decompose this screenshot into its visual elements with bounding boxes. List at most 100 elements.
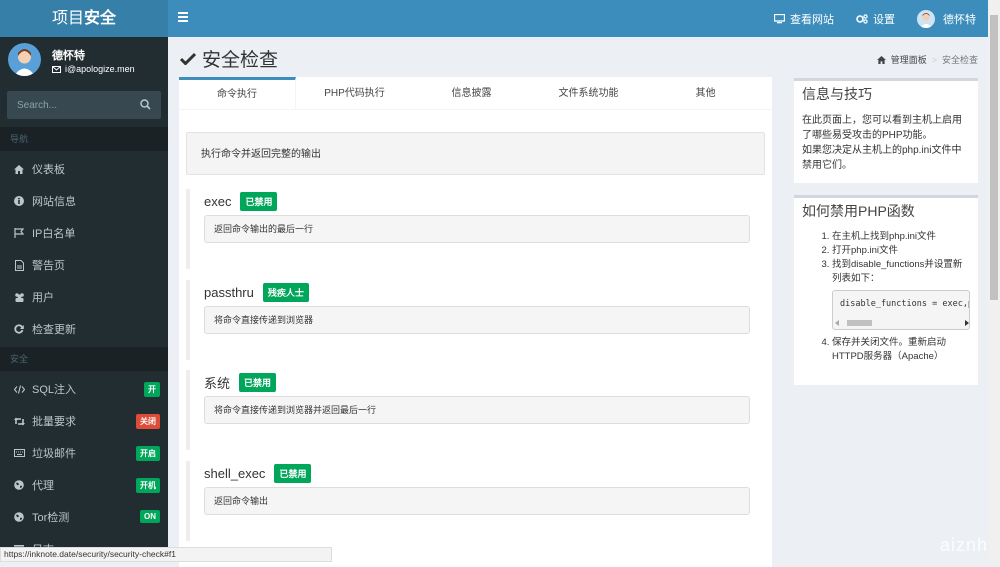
function-name: exec 已禁用 — [204, 192, 278, 211]
sidebar-item-label: 警告页 — [32, 260, 65, 272]
search-input[interactable] — [7, 91, 137, 119]
sidebar-user-name: 德怀特 — [52, 50, 85, 62]
function-name: passthru 残疾人士 — [204, 283, 309, 302]
page-title: 安全检查 — [180, 45, 278, 72]
status-badge: 开机 — [136, 478, 160, 493]
settings-label: 设置 — [873, 13, 895, 26]
step-item: 保存并关闭文件。重新启动HTTPD服务器（Apache） — [832, 336, 970, 364]
desktop-icon — [774, 13, 785, 23]
home-icon — [13, 164, 25, 174]
tab-command-execution[interactable]: 命令执行 — [179, 77, 296, 109]
howto-steps: 在主机上找到php.ini文件 打开php.ini文件 找到disable_fu… — [794, 224, 978, 374]
sidebar-search — [7, 91, 161, 119]
function-card-shell-exec: shell_exec 已禁用 返回命令输出 — [186, 461, 766, 541]
sidebar-item-proxy[interactable]: 代理 开机 — [0, 469, 168, 501]
function-description: 返回命令输出 — [204, 487, 750, 515]
code-block[interactable]: disable_functions = exec,passthru,shell_… — [832, 290, 970, 330]
gears-icon — [856, 13, 868, 24]
sidebar-user-email: i@apologize.men — [52, 64, 135, 74]
sidebar-item-ip-whitelist[interactable]: IP白名单 — [0, 217, 168, 249]
logo-text-1: 项目 — [51, 10, 84, 27]
view-site-link[interactable]: 查看网站 — [774, 11, 834, 27]
step-text: 找到disable_functions并设置新列表如下： — [832, 259, 963, 284]
status-badge: ON — [140, 510, 160, 523]
code-horizontal-scrollbar[interactable] — [835, 319, 969, 327]
breadcrumb-current: 安全检查 — [941, 55, 978, 65]
scrollbar-thumb[interactable] — [990, 15, 998, 300]
sidebar-item-label: 批量要求 — [32, 416, 76, 428]
sidebar-item-warning-page[interactable]: 警告页 — [0, 249, 168, 281]
user-panel: 德怀特 i@apologize.men — [0, 37, 168, 87]
users-icon — [13, 292, 25, 302]
code-icon — [13, 384, 25, 394]
howto-title: 如何禁用PHP函数 — [802, 203, 915, 219]
sidebar-item-bulk-requests[interactable]: 批量要求 关闭 — [0, 405, 168, 437]
status-badge: 已禁用 — [239, 373, 277, 392]
function-name: 系统 已禁用 — [204, 373, 277, 392]
step-item: 在主机上找到php.ini文件 — [832, 230, 970, 244]
sidebar: 德怀特 i@apologize.men 导航 仪表板 网站信息 IP白名单 警告… — [0, 37, 168, 562]
sidebar-item-label: IP白名单 — [32, 228, 76, 240]
howto-box: 如何禁用PHP函数 在主机上找到php.ini文件 打开php.ini文件 找到… — [794, 195, 978, 385]
keyboard-icon — [13, 449, 25, 457]
check-icon — [180, 52, 196, 65]
scrollbar-thumb[interactable] — [847, 320, 872, 326]
page-vertical-scrollbar[interactable] — [988, 0, 1000, 562]
email-text: i@apologize.men — [65, 64, 135, 74]
function-name-text: exec — [204, 194, 232, 209]
sidebar-item-site-info[interactable]: 网站信息 — [0, 185, 168, 217]
view-site-label: 查看网站 — [790, 13, 834, 26]
refresh-icon — [13, 324, 25, 334]
tab-other[interactable]: 其他 — [647, 77, 764, 109]
logo-text-2: 安全 — [84, 10, 117, 27]
retweet-icon — [13, 417, 25, 426]
user-name-label: 德怀特 — [943, 13, 976, 26]
tips-text-2: 如果您决定从主机上的php.ini文件中禁用它们。 — [802, 145, 962, 171]
tips-box: 信息与技巧 在此页面上，您可以看到主机上启用了哪些易受攻击的PHP功能。 如果您… — [794, 78, 978, 183]
globe-icon — [13, 512, 25, 522]
tips-text-1: 在此页面上，您可以看到主机上启用了哪些易受攻击的PHP功能。 — [802, 115, 962, 141]
tab-information-disclosure[interactable]: 信息披露 — [413, 77, 530, 109]
user-avatar-small — [917, 9, 935, 28]
breadcrumb: 管理面板 > 安全检查 — [876, 53, 978, 66]
sidebar-item-spam[interactable]: 垃圾邮件 开启 — [0, 437, 168, 469]
sidebar-item-label: SQL注入 — [32, 384, 77, 396]
sidebar-item-label: 用户 — [32, 292, 54, 304]
status-badge: 开启 — [136, 446, 160, 461]
user-menu[interactable]: 德怀特 — [917, 9, 976, 28]
home-icon — [876, 55, 886, 64]
avatar — [8, 43, 41, 76]
function-name-text: 系统 — [204, 376, 231, 391]
sidebar-item-dashboard[interactable]: 仪表板 — [0, 153, 168, 185]
nav-section-header: 导航 — [0, 127, 168, 151]
sidebar-item-label: 网站信息 — [32, 196, 76, 208]
breadcrumb-separator: > — [931, 54, 937, 65]
function-card-system: 系统 已禁用 将命令直接传递到浏览器并返回最后一行 — [186, 370, 766, 450]
app-logo[interactable]: 项目安全 — [0, 0, 168, 37]
sidebar-item-sql-injection[interactable]: SQL注入 开 — [0, 373, 168, 405]
sidebar-item-label: 仪表板 — [32, 164, 65, 176]
search-button[interactable] — [140, 99, 151, 113]
function-description: 返回命令输出的最后一行 — [204, 215, 750, 243]
status-badge: 已禁用 — [240, 192, 278, 211]
scroll-right-icon[interactable] — [964, 320, 969, 326]
security-section-header: 安全 — [0, 347, 168, 371]
sidebar-item-users[interactable]: 用户 — [0, 281, 168, 313]
breadcrumb-home-link[interactable]: 管理面板 — [891, 53, 927, 66]
sidebar-item-check-updates[interactable]: 检查更新 — [0, 313, 168, 345]
tab-php-code-execution[interactable]: PHP代码执行 — [296, 77, 413, 109]
scroll-left-icon[interactable] — [835, 320, 840, 326]
status-bar-url: https://inknote.date/security/security-c… — [0, 547, 332, 562]
tab-description: 执行命令并返回完整的输出 — [186, 132, 765, 175]
tab-filesystem-functions[interactable]: 文件系统功能 — [530, 77, 647, 109]
sidebar-item-label: 检查更新 — [32, 324, 76, 336]
sidebar-toggle-button[interactable] — [178, 12, 188, 22]
tips-body: 在此页面上，您可以看到主机上启用了哪些易受攻击的PHP功能。 如果您决定从主机上… — [794, 107, 978, 181]
sidebar-item-tor-detection[interactable]: Tor检测 ON — [0, 501, 168, 533]
function-description: 将命令直接传递到浏览器 — [204, 306, 750, 334]
code-text: disable_functions = exec,passthru,shell_… — [840, 299, 969, 309]
settings-link[interactable]: 设置 — [856, 11, 895, 27]
step-item: 打开php.ini文件 — [832, 244, 970, 258]
function-name-text: passthru — [204, 285, 254, 300]
step-item: 找到disable_functions并设置新列表如下： disable_fun… — [832, 258, 970, 330]
